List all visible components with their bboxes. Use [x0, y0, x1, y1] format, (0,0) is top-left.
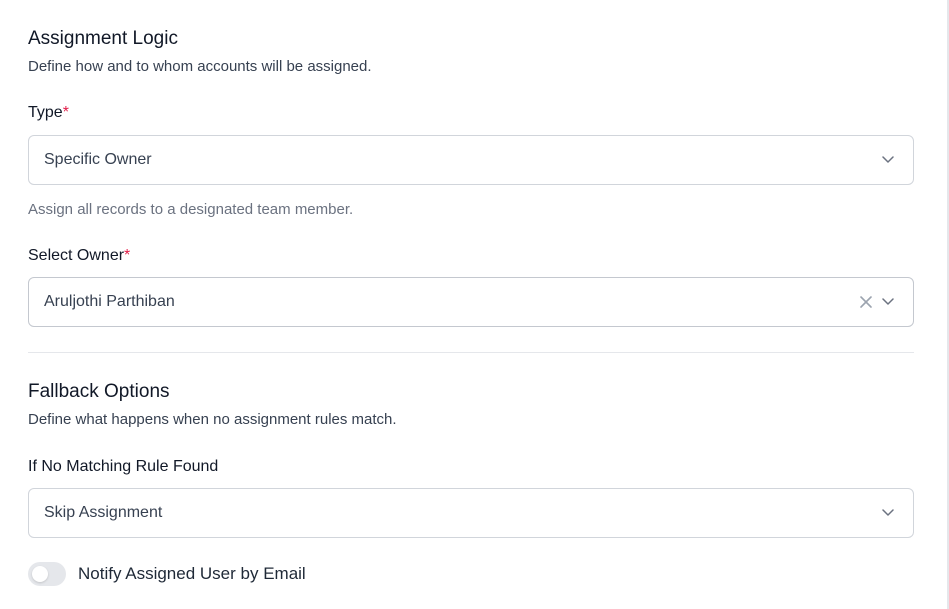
owner-select-value: Aruljothi Parthiban: [44, 293, 175, 310]
assignment-logic-title: Assignment Logic: [28, 28, 178, 49]
assignment-logic-description: Define how and to whom accounts will be …: [28, 58, 372, 75]
select-owner-label: Select Owner*: [28, 246, 130, 266]
assignment-settings-page: Assignment Logic Define how and to whom …: [0, 0, 949, 609]
type-select-value: Specific Owner: [44, 151, 152, 168]
type-label: Type*: [28, 103, 69, 123]
type-helper-text: Assign all records to a designated team …: [28, 201, 354, 218]
no-match-select-value: Skip Assignment: [44, 504, 163, 521]
notify-email-label: Notify Assigned User by Email: [78, 564, 306, 583]
fallback-options-description: Define what happens when no assignment r…: [28, 411, 397, 428]
no-match-label: If No Matching Rule Found: [28, 458, 219, 475]
notify-email-toggle[interactable]: [28, 562, 66, 586]
close-icon[interactable]: [859, 295, 873, 309]
no-match-select[interactable]: Skip Assignment: [28, 488, 914, 538]
type-select[interactable]: Specific Owner: [28, 135, 914, 185]
select-owner-label-text: Select Owner: [28, 247, 125, 264]
chevron-down-icon[interactable]: [881, 296, 895, 308]
owner-select[interactable]: Aruljothi Parthiban: [28, 277, 914, 327]
type-label-text: Type: [28, 104, 63, 121]
fallback-options-title: Fallback Options: [28, 381, 170, 402]
toggle-knob: [32, 566, 48, 582]
required-indicator: *: [62, 104, 69, 121]
section-divider: [28, 352, 914, 353]
chevron-down-icon[interactable]: [881, 507, 895, 519]
required-indicator: *: [124, 247, 131, 264]
chevron-down-icon[interactable]: [881, 154, 895, 166]
